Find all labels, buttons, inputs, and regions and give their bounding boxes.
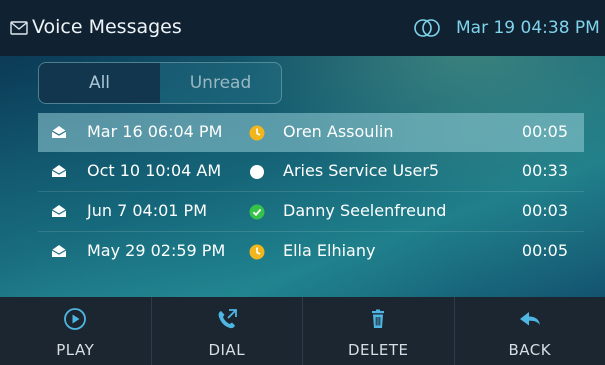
message-duration: 00:03 <box>521 201 568 220</box>
open-envelope-icon <box>51 245 67 257</box>
delete-label: DELETE <box>347 341 409 359</box>
message-date: Jun 7 04:01 PM <box>87 201 207 220</box>
clock-icon <box>249 244 265 260</box>
clock-icon <box>249 125 265 141</box>
trash-icon <box>372 309 385 328</box>
tab-unread[interactable]: Unread <box>160 63 281 103</box>
message-duration: 00:05 <box>521 122 568 141</box>
caller-name: Oren Assoulin <box>283 122 394 141</box>
message-date: Oct 10 10:04 AM <box>87 161 222 180</box>
open-envelope-icon <box>51 205 67 217</box>
play-button[interactable]: PLAY <box>0 297 152 365</box>
page-title: Voice Messages <box>32 16 182 38</box>
back-label: BACK <box>508 341 552 359</box>
caller-name: Danny Seelenfreund <box>283 201 447 220</box>
message-row[interactable]: Jun 7 04:01 PM Danny Seelenfreund 00:03 <box>38 192 584 232</box>
dial-label: DIAL <box>208 341 246 359</box>
message-date: Mar 16 06:04 PM <box>87 122 223 141</box>
tab-all[interactable]: All <box>39 63 160 103</box>
message-list: Mar 16 06:04 PM Oren Assoulin 00:05 Oct … <box>38 113 584 271</box>
caller-name: Aries Service User5 <box>283 161 440 180</box>
back-button[interactable]: BACK <box>455 297 605 365</box>
back-arrow-icon <box>519 312 540 326</box>
check-icon <box>249 204 265 220</box>
envelope-icon <box>10 21 28 35</box>
dot-icon <box>250 165 264 179</box>
play-icon <box>64 308 87 330</box>
linked-rings-icon <box>414 19 440 37</box>
filter-segmented-control: All Unread <box>38 62 282 104</box>
message-row[interactable]: Mar 16 06:04 PM Oren Assoulin 00:05 <box>38 113 584 152</box>
softkey-toolbar: PLAY DIAL DELETE BACK <box>0 297 605 365</box>
open-envelope-icon <box>51 165 67 177</box>
open-envelope-icon <box>51 126 67 138</box>
dial-button[interactable]: DIAL <box>152 297 303 365</box>
header-bar: Voice Messages Mar 19 04:38 PM <box>0 0 605 56</box>
message-row[interactable]: May 29 02:59 PM Ella Elhiany 00:05 <box>38 232 584 271</box>
date-time: Mar 19 04:38 PM <box>456 18 600 38</box>
caller-name: Ella Elhiany <box>283 241 376 260</box>
message-duration: 00:33 <box>521 161 568 180</box>
message-row[interactable]: Oct 10 10:04 AM Aries Service User5 00:3… <box>38 152 584 192</box>
message-date: May 29 02:59 PM <box>87 241 226 260</box>
message-duration: 00:05 <box>521 241 568 260</box>
phone-icon <box>218 309 237 329</box>
delete-button[interactable]: DELETE <box>303 297 455 365</box>
play-label: PLAY <box>56 341 95 359</box>
